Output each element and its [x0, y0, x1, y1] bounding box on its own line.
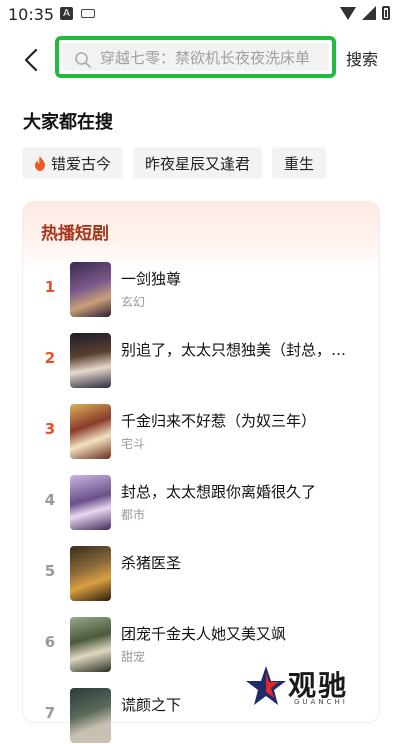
item-title: 千金归来不好惹（为奴三年）	[121, 412, 317, 430]
poster-image	[70, 262, 111, 317]
watermark-subtext: GUANCHI	[294, 698, 348, 706]
poster-image	[70, 333, 111, 388]
search-box[interactable]	[55, 36, 336, 78]
battery-icon	[382, 6, 390, 20]
signal-icon	[362, 6, 376, 20]
star-logo-icon	[246, 666, 286, 705]
list-item[interactable]: 1 一剑独尊 玄幻	[23, 262, 379, 318]
app-notification-icon: A	[60, 7, 73, 20]
item-title: 杀猪医圣	[121, 554, 182, 572]
list-item[interactable]: 3 千金归来不好惹（为奴三年） 宅斗	[23, 404, 379, 460]
rank-number: 2	[44, 349, 56, 367]
rank-number: 1	[44, 278, 56, 296]
poster-image	[70, 546, 111, 601]
search-icon	[75, 52, 91, 68]
item-genre: 甜宠	[121, 650, 146, 664]
poster-image	[70, 688, 111, 743]
poster-image	[70, 404, 111, 459]
trending-tag[interactable]: 昨夜星辰又逢君	[133, 147, 263, 179]
search-input[interactable]	[100, 46, 323, 70]
search-header: 搜索	[0, 32, 400, 88]
hot-list-title: 热播短剧	[41, 224, 109, 244]
keyboard-icon	[81, 9, 95, 18]
trending-tag-label: 错爱古今	[51, 154, 112, 173]
search-field-background	[62, 43, 329, 71]
list-item[interactable]: 5 杀猪医圣	[23, 546, 379, 602]
item-genre: 玄幻	[121, 295, 146, 309]
poster-image	[70, 475, 111, 530]
trending-tag-label: 重生	[284, 154, 315, 173]
trending-tag[interactable]: 错爱古今	[22, 147, 124, 179]
search-button[interactable]: 搜索	[346, 46, 378, 70]
trending-tags: 错爱古今 昨夜星辰又逢君 重生	[22, 147, 327, 179]
trending-title: 大家都在搜	[23, 112, 113, 133]
trending-tag-label: 昨夜星辰又逢君	[145, 154, 251, 173]
rank-number: 3	[44, 420, 56, 438]
rank-number: 7	[44, 704, 56, 722]
back-button[interactable]	[14, 40, 54, 80]
flame-icon	[35, 155, 45, 171]
item-title: 一剑独尊	[121, 270, 182, 288]
status-icons	[340, 6, 390, 20]
rank-number: 5	[44, 562, 56, 580]
status-time: 10:35	[8, 5, 55, 24]
status-bar: 10:35 A	[0, 0, 400, 28]
poster-image	[70, 617, 111, 672]
item-title: 封总，太太想跟你离婚很久了	[121, 483, 317, 501]
list-item[interactable]: 4 封总，太太想跟你离婚很久了 都市	[23, 475, 379, 531]
hot-list-card: 热播短剧 1 一剑独尊 玄幻 2 别追了，太太只想独美（封总，… 3 千金归来不…	[22, 201, 380, 743]
rank-number: 4	[44, 491, 56, 509]
list-item[interactable]: 2 别追了，太太只想独美（封总，…	[23, 333, 379, 389]
item-genre: 宅斗	[121, 437, 146, 451]
wifi-icon	[340, 6, 356, 20]
item-genre: 都市	[121, 508, 146, 522]
back-arrow-icon	[24, 48, 38, 72]
watermark-logo: 观驰 GUANCHI	[244, 662, 374, 710]
item-title: 别追了，太太只想独美（封总，…	[121, 341, 347, 359]
item-title: 团宠千金夫人她又美又飒	[121, 625, 287, 643]
trending-tag[interactable]: 重生	[272, 147, 327, 179]
rank-number: 6	[44, 633, 56, 651]
